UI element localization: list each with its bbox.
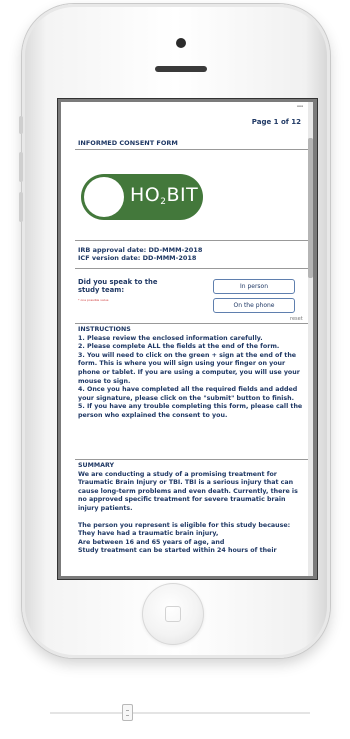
vertical-scrollbar[interactable] — [308, 102, 313, 576]
instruction-item: 3. You will need to click on the green +… — [78, 351, 300, 385]
instructions-section: INSTRUCTIONS 1. Please review the enclos… — [78, 326, 308, 421]
logo-toggle-knob — [84, 177, 124, 217]
instruction-item: 4. Once you have completed all the requi… — [78, 386, 298, 402]
eligibility-item: They have had a traumatic brain injury, — [78, 530, 219, 538]
instructions-divider — [75, 459, 311, 460]
logo-divider — [75, 240, 311, 241]
consent-form-page[interactable]: ▪▪▪ Page 1 of 12 INFORMED CONSENT FORM H… — [61, 102, 313, 576]
slider-track[interactable] — [50, 712, 310, 714]
header-logo-mark: ▪▪▪ — [296, 104, 303, 108]
option-in-person-button[interactable]: In person — [213, 279, 295, 294]
option-on-phone-button[interactable]: On the phone — [213, 298, 295, 313]
icf-version-date: ICF version date: DD-MMM-2018 — [78, 254, 197, 262]
eligibility-intro: The person you represent is eligible for… — [78, 521, 291, 529]
home-button[interactable] — [142, 583, 204, 645]
eligibility-item: Study treatment can be started within 24… — [78, 547, 277, 555]
instruction-item: 5. If you have any trouble completing th… — [78, 403, 303, 419]
irb-dates: IRB approval date: DD-MMM-2018 ICF versi… — [78, 246, 202, 262]
slider-handle[interactable] — [122, 704, 133, 721]
dates-divider — [75, 268, 311, 269]
irb-approval-date: IRB approval date: DD-MMM-2018 — [78, 246, 203, 254]
mute-switch[interactable] — [19, 116, 23, 134]
required-note: * one possible value — [78, 298, 109, 302]
logo-text: HO2BIT — [130, 184, 199, 207]
eligibility-item: Are between 16 and 65 years of age, and — [78, 538, 225, 546]
summary-spacer — [78, 514, 308, 522]
contact-question: Did you speak to the study team: — [78, 278, 158, 294]
options-divider — [75, 323, 311, 324]
summary-heading: SUMMARY — [78, 462, 115, 469]
form-title: INFORMED CONSENT FORM — [78, 139, 178, 147]
summary-text: We are conducting a study of a promising… — [78, 470, 298, 512]
reset-link[interactable]: reset — [290, 316, 303, 322]
volume-down-button[interactable] — [19, 192, 23, 222]
earpiece-speaker — [155, 66, 207, 72]
page-indicator: Page 1 of 12 — [251, 118, 301, 126]
phone-screen: ▪▪▪ Page 1 of 12 INFORMED CONSENT FORM H… — [57, 98, 318, 580]
scrollbar-thumb[interactable] — [308, 138, 313, 278]
volume-up-button[interactable] — [19, 152, 23, 182]
instructions-heading: INSTRUCTIONS — [78, 326, 131, 333]
front-camera — [176, 38, 186, 48]
hobit-logo: HO2BIT — [81, 174, 203, 220]
instruction-item: 2. Please complete ALL the fields at the… — [78, 343, 280, 351]
instruction-item: 1. Please review the enclosed informatio… — [78, 334, 263, 342]
home-square-icon — [165, 606, 181, 622]
grip-icon — [126, 710, 129, 716]
title-divider — [75, 149, 311, 150]
summary-section: SUMMARY We are conducting a study of a p… — [78, 462, 308, 556]
